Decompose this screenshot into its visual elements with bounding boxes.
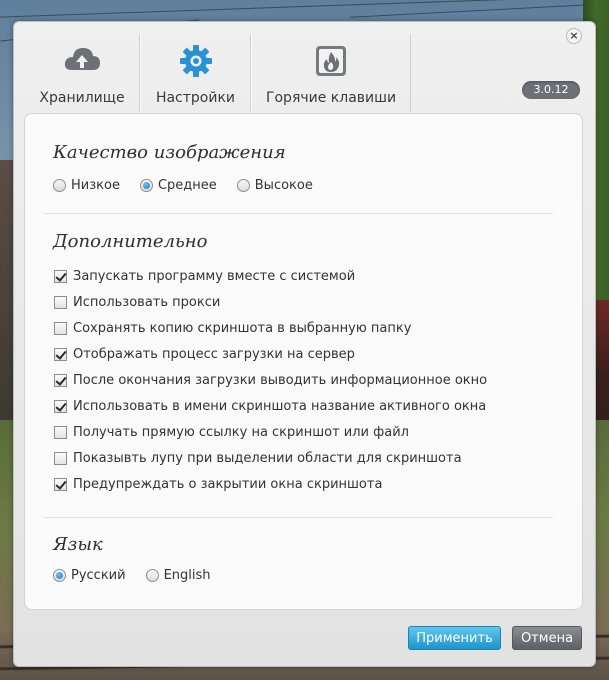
checkbox-label: Предупреждать о закрытии окна скриншота bbox=[73, 476, 383, 492]
tab-hotkeys-label: Горячие клавиши bbox=[265, 90, 397, 106]
option-show-info-window[interactable]: После окончания загрузки выводить информ… bbox=[54, 367, 487, 393]
settings-panel: Качество изображения Низкое Среднее Высо… bbox=[24, 113, 583, 610]
checkbox-label: Сохранять копию скриншота в выбранную па… bbox=[73, 320, 412, 336]
checkbox-label: Использовать в имени скриншота название … bbox=[73, 398, 487, 414]
quality-radio-medium[interactable]: Среднее bbox=[139, 178, 217, 193]
quality-section-title: Качество изображения bbox=[53, 142, 286, 163]
radio-button[interactable] bbox=[53, 179, 66, 192]
close-icon[interactable]: × bbox=[566, 28, 582, 44]
radio-label: English bbox=[163, 568, 211, 583]
settings-window: × Хранилище Настройки Горячие клавиши 3.… bbox=[13, 21, 596, 667]
option-save-copy[interactable]: Сохранять копию скриншота в выбранную па… bbox=[54, 315, 487, 341]
checkbox-label: Получать прямую ссылку на скриншот или ф… bbox=[73, 424, 409, 440]
checkbox[interactable] bbox=[54, 269, 67, 283]
checkbox[interactable] bbox=[54, 373, 67, 387]
language-radio-group: Русский English bbox=[53, 568, 231, 583]
radio-label: Низкое bbox=[71, 178, 120, 193]
quality-radio-low[interactable]: Низкое bbox=[53, 178, 120, 193]
checkbox-label: Показывть лупу при выделении области для… bbox=[73, 450, 462, 466]
tab-settings-label: Настройки bbox=[155, 90, 236, 106]
checkbox[interactable] bbox=[54, 295, 67, 309]
version-badge: 3.0.12 bbox=[522, 81, 580, 99]
language-radio-russian[interactable]: Русский bbox=[53, 568, 126, 583]
tab-storage[interactable]: Хранилище bbox=[25, 34, 140, 112]
tab-bar: Хранилище Настройки Горячие клавиши bbox=[25, 34, 411, 112]
option-use-proxy[interactable]: Использовать прокси bbox=[54, 289, 487, 315]
tab-settings[interactable]: Настройки bbox=[140, 34, 251, 112]
checkbox[interactable] bbox=[54, 477, 67, 491]
checkbox[interactable] bbox=[54, 347, 67, 361]
fire-icon bbox=[314, 44, 348, 82]
radio-button[interactable] bbox=[236, 179, 250, 192]
section-divider bbox=[43, 213, 553, 214]
quality-radio-group: Низкое Среднее Высокое bbox=[53, 178, 333, 193]
cloud-upload-icon bbox=[63, 44, 101, 78]
option-autostart[interactable]: Запускать программу вместе с системой bbox=[54, 263, 487, 289]
radio-label: Русский bbox=[71, 568, 126, 583]
radio-button[interactable] bbox=[145, 569, 159, 582]
option-direct-link[interactable]: Получать прямую ссылку на скриншот или ф… bbox=[54, 419, 487, 445]
cancel-button[interactable]: Отмена bbox=[512, 626, 582, 650]
checkbox[interactable] bbox=[54, 425, 67, 439]
additional-options-list: Запускать программу вместе с системой Ис… bbox=[54, 263, 487, 497]
radio-button[interactable] bbox=[53, 569, 66, 582]
tab-hotkeys[interactable]: Горячие клавиши bbox=[251, 34, 411, 112]
checkbox[interactable] bbox=[54, 321, 67, 335]
checkbox-label: Запускать программу вместе с системой bbox=[73, 268, 356, 284]
radio-label: Среднее bbox=[157, 178, 217, 193]
checkbox[interactable] bbox=[54, 451, 67, 465]
checkbox-label: Использовать прокси bbox=[73, 294, 221, 310]
quality-radio-high[interactable]: Высокое bbox=[236, 178, 313, 193]
radio-button[interactable] bbox=[139, 179, 153, 192]
checkbox[interactable] bbox=[54, 399, 67, 413]
option-show-upload-progress[interactable]: Отображать процесс загрузки на сервер bbox=[54, 341, 487, 367]
gear-icon bbox=[179, 44, 213, 82]
language-section-title: Язык bbox=[53, 534, 103, 555]
option-warn-on-close[interactable]: Предупреждать о закрытии окна скриншота bbox=[54, 471, 487, 497]
checkbox-label: Отображать процесс загрузки на сервер bbox=[73, 346, 355, 362]
section-divider bbox=[43, 517, 553, 518]
tab-storage-label: Хранилище bbox=[39, 90, 125, 106]
language-radio-english[interactable]: English bbox=[145, 568, 211, 583]
option-show-magnifier[interactable]: Показывть лупу при выделении области для… bbox=[54, 445, 487, 471]
additional-section-title: Дополнительно bbox=[53, 231, 208, 252]
option-active-window-name[interactable]: Использовать в имени скриншота название … bbox=[54, 393, 487, 419]
apply-button[interactable]: Применить bbox=[408, 626, 501, 650]
radio-label: Высокое bbox=[254, 178, 313, 193]
checkbox-label: После окончания загрузки выводить информ… bbox=[73, 372, 488, 388]
